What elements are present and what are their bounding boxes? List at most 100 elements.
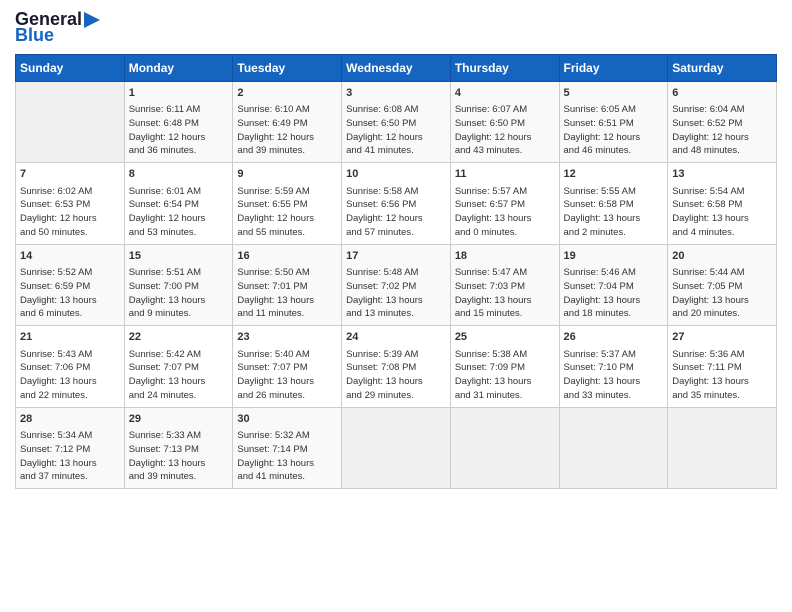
calendar-cell: 1 Sunrise: 6:11 AM Sunset: 6:48 PM Daylig… [124, 81, 233, 162]
day-info: Sunrise: 5:37 AM Sunset: 7:10 PM Dayligh… [564, 348, 664, 403]
day-number: 5 [564, 86, 664, 101]
logo: General Blue [15, 10, 102, 46]
day-number: 10 [346, 167, 446, 182]
calendar-header-row: SundayMondayTuesdayWednesdayThursdayFrid… [16, 54, 777, 81]
calendar-cell: 24Sunrise: 5:39 AM Sunset: 7:08 PM Dayli… [342, 326, 451, 407]
calendar-cell: 28Sunrise: 5:34 AM Sunset: 7:12 PM Dayli… [16, 407, 125, 488]
calendar-cell: 8 Sunrise: 6:01 AM Sunset: 6:54 PM Daylig… [124, 163, 233, 244]
day-number: 14 [20, 249, 120, 264]
calendar-cell: 3 Sunrise: 6:08 AM Sunset: 6:50 PM Daylig… [342, 81, 451, 162]
day-number: 29 [129, 412, 229, 427]
calendar-cell: 19Sunrise: 5:46 AM Sunset: 7:04 PM Dayli… [559, 244, 668, 325]
day-number: 16 [237, 249, 337, 264]
day-info: Sunrise: 5:38 AM Sunset: 7:09 PM Dayligh… [455, 348, 555, 403]
day-number: 6 [672, 86, 772, 101]
day-number: 13 [672, 167, 772, 182]
calendar-cell: 7 Sunrise: 6:02 AM Sunset: 6:53 PM Daylig… [16, 163, 125, 244]
day-number: 21 [20, 330, 120, 345]
day-number: 26 [564, 330, 664, 345]
day-info: Sunrise: 5:58 AM Sunset: 6:56 PM Dayligh… [346, 185, 446, 240]
day-number: 4 [455, 86, 555, 101]
day-info: Sunrise: 6:02 AM Sunset: 6:53 PM Dayligh… [20, 185, 120, 240]
day-number: 3 [346, 86, 446, 101]
day-info: Sunrise: 5:44 AM Sunset: 7:05 PM Dayligh… [672, 266, 772, 321]
calendar-cell: 5 Sunrise: 6:05 AM Sunset: 6:51 PM Daylig… [559, 81, 668, 162]
day-number: 30 [237, 412, 337, 427]
day-info: Sunrise: 5:54 AM Sunset: 6:58 PM Dayligh… [672, 185, 772, 240]
calendar-cell: 30 Sunrise: 5:32 AM Sunset: 7:14 PM Dayli… [233, 407, 342, 488]
day-info: Sunrise: 5:55 AM Sunset: 6:58 PM Dayligh… [564, 185, 664, 240]
calendar-cell: 26 Sunrise: 5:37 AM Sunset: 7:10 PM Dayli… [559, 326, 668, 407]
calendar-cell: 11 Sunrise: 5:57 AM Sunset: 6:57 PM Dayli… [450, 163, 559, 244]
calendar-cell: 21 Sunrise: 5:43 AM Sunset: 7:06 PM Dayli… [16, 326, 125, 407]
day-info: Sunrise: 5:47 AM Sunset: 7:03 PM Dayligh… [455, 266, 555, 321]
calendar-table: SundayMondayTuesdayWednesdayThursdayFrid… [15, 54, 777, 489]
week-row-3: 14 Sunrise: 5:52 AM Sunset: 6:59 PM Dayli… [16, 244, 777, 325]
day-number: 15 [129, 249, 229, 264]
day-info: Sunrise: 6:08 AM Sunset: 6:50 PM Dayligh… [346, 103, 446, 158]
calendar-cell: 12 Sunrise: 5:55 AM Sunset: 6:58 PM Dayli… [559, 163, 668, 244]
day-number: 23 [237, 330, 337, 345]
calendar-cell: 16 Sunrise: 5:50 AM Sunset: 7:01 PM Dayli… [233, 244, 342, 325]
day-info: Sunrise: 5:52 AM Sunset: 6:59 PM Dayligh… [20, 266, 120, 321]
calendar-cell: 29 Sunrise: 5:33 AM Sunset: 7:13 PM Dayli… [124, 407, 233, 488]
day-number: 9 [237, 167, 337, 182]
week-row-5: 28Sunrise: 5:34 AM Sunset: 7:12 PM Dayli… [16, 407, 777, 488]
calendar-cell: 6Sunrise: 6:04 AM Sunset: 6:52 PM Daylig… [668, 81, 777, 162]
calendar-cell [342, 407, 451, 488]
calendar-cell [450, 407, 559, 488]
day-number: 11 [455, 167, 555, 182]
day-number: 19 [564, 249, 664, 264]
day-number: 27 [672, 330, 772, 345]
calendar-cell: 20 Sunrise: 5:44 AM Sunset: 7:05 PM Dayli… [668, 244, 777, 325]
calendar-cell: 22 Sunrise: 5:42 AM Sunset: 7:07 PM Dayli… [124, 326, 233, 407]
day-number: 20 [672, 249, 772, 264]
day-info: Sunrise: 5:57 AM Sunset: 6:57 PM Dayligh… [455, 185, 555, 240]
calendar-cell: 25 Sunrise: 5:38 AM Sunset: 7:09 PM Dayli… [450, 326, 559, 407]
day-info: Sunrise: 5:34 AM Sunset: 7:12 PM Dayligh… [20, 429, 120, 484]
day-info: Sunrise: 5:43 AM Sunset: 7:06 PM Dayligh… [20, 348, 120, 403]
day-info: Sunrise: 5:50 AM Sunset: 7:01 PM Dayligh… [237, 266, 337, 321]
calendar-cell [668, 407, 777, 488]
page-header: General Blue [15, 10, 777, 46]
day-number: 17 [346, 249, 446, 264]
day-info: Sunrise: 6:11 AM Sunset: 6:48 PM Dayligh… [129, 103, 229, 158]
header-wednesday: Wednesday [342, 54, 451, 81]
day-number: 7 [20, 167, 120, 182]
calendar-cell: 17 Sunrise: 5:48 AM Sunset: 7:02 PM Dayli… [342, 244, 451, 325]
day-info: Sunrise: 6:07 AM Sunset: 6:50 PM Dayligh… [455, 103, 555, 158]
week-row-4: 21 Sunrise: 5:43 AM Sunset: 7:06 PM Dayli… [16, 326, 777, 407]
day-info: Sunrise: 5:48 AM Sunset: 7:02 PM Dayligh… [346, 266, 446, 321]
header-sunday: Sunday [16, 54, 125, 81]
day-number: 18 [455, 249, 555, 264]
calendar-cell: 2Sunrise: 6:10 AM Sunset: 6:49 PM Daylig… [233, 81, 342, 162]
day-number: 25 [455, 330, 555, 345]
day-number: 22 [129, 330, 229, 345]
day-info: Sunrise: 5:36 AM Sunset: 7:11 PM Dayligh… [672, 348, 772, 403]
week-row-2: 7 Sunrise: 6:02 AM Sunset: 6:53 PM Daylig… [16, 163, 777, 244]
logo-arrow-icon [82, 10, 102, 30]
week-row-1: 1 Sunrise: 6:11 AM Sunset: 6:48 PM Daylig… [16, 81, 777, 162]
calendar-cell: 18 Sunrise: 5:47 AM Sunset: 7:03 PM Dayli… [450, 244, 559, 325]
day-info: Sunrise: 5:51 AM Sunset: 7:00 PM Dayligh… [129, 266, 229, 321]
calendar-cell [16, 81, 125, 162]
day-number: 8 [129, 167, 229, 182]
calendar-cell: 4 Sunrise: 6:07 AM Sunset: 6:50 PM Daylig… [450, 81, 559, 162]
logo-text-blue: Blue [15, 26, 54, 46]
calendar-cell: 23 Sunrise: 5:40 AM Sunset: 7:07 PM Dayli… [233, 326, 342, 407]
day-info: Sunrise: 5:33 AM Sunset: 7:13 PM Dayligh… [129, 429, 229, 484]
day-info: Sunrise: 5:40 AM Sunset: 7:07 PM Dayligh… [237, 348, 337, 403]
day-info: Sunrise: 6:01 AM Sunset: 6:54 PM Dayligh… [129, 185, 229, 240]
day-number: 12 [564, 167, 664, 182]
day-info: Sunrise: 5:59 AM Sunset: 6:55 PM Dayligh… [237, 185, 337, 240]
day-info: Sunrise: 5:32 AM Sunset: 7:14 PM Dayligh… [237, 429, 337, 484]
calendar-cell: 13 Sunrise: 5:54 AM Sunset: 6:58 PM Dayli… [668, 163, 777, 244]
calendar-cell: 9 Sunrise: 5:59 AM Sunset: 6:55 PM Daylig… [233, 163, 342, 244]
day-number: 1 [129, 86, 229, 101]
day-info: Sunrise: 5:42 AM Sunset: 7:07 PM Dayligh… [129, 348, 229, 403]
header-friday: Friday [559, 54, 668, 81]
header-monday: Monday [124, 54, 233, 81]
day-number: 2 [237, 86, 337, 101]
calendar-cell: 14 Sunrise: 5:52 AM Sunset: 6:59 PM Dayli… [16, 244, 125, 325]
day-info: Sunrise: 6:05 AM Sunset: 6:51 PM Dayligh… [564, 103, 664, 158]
